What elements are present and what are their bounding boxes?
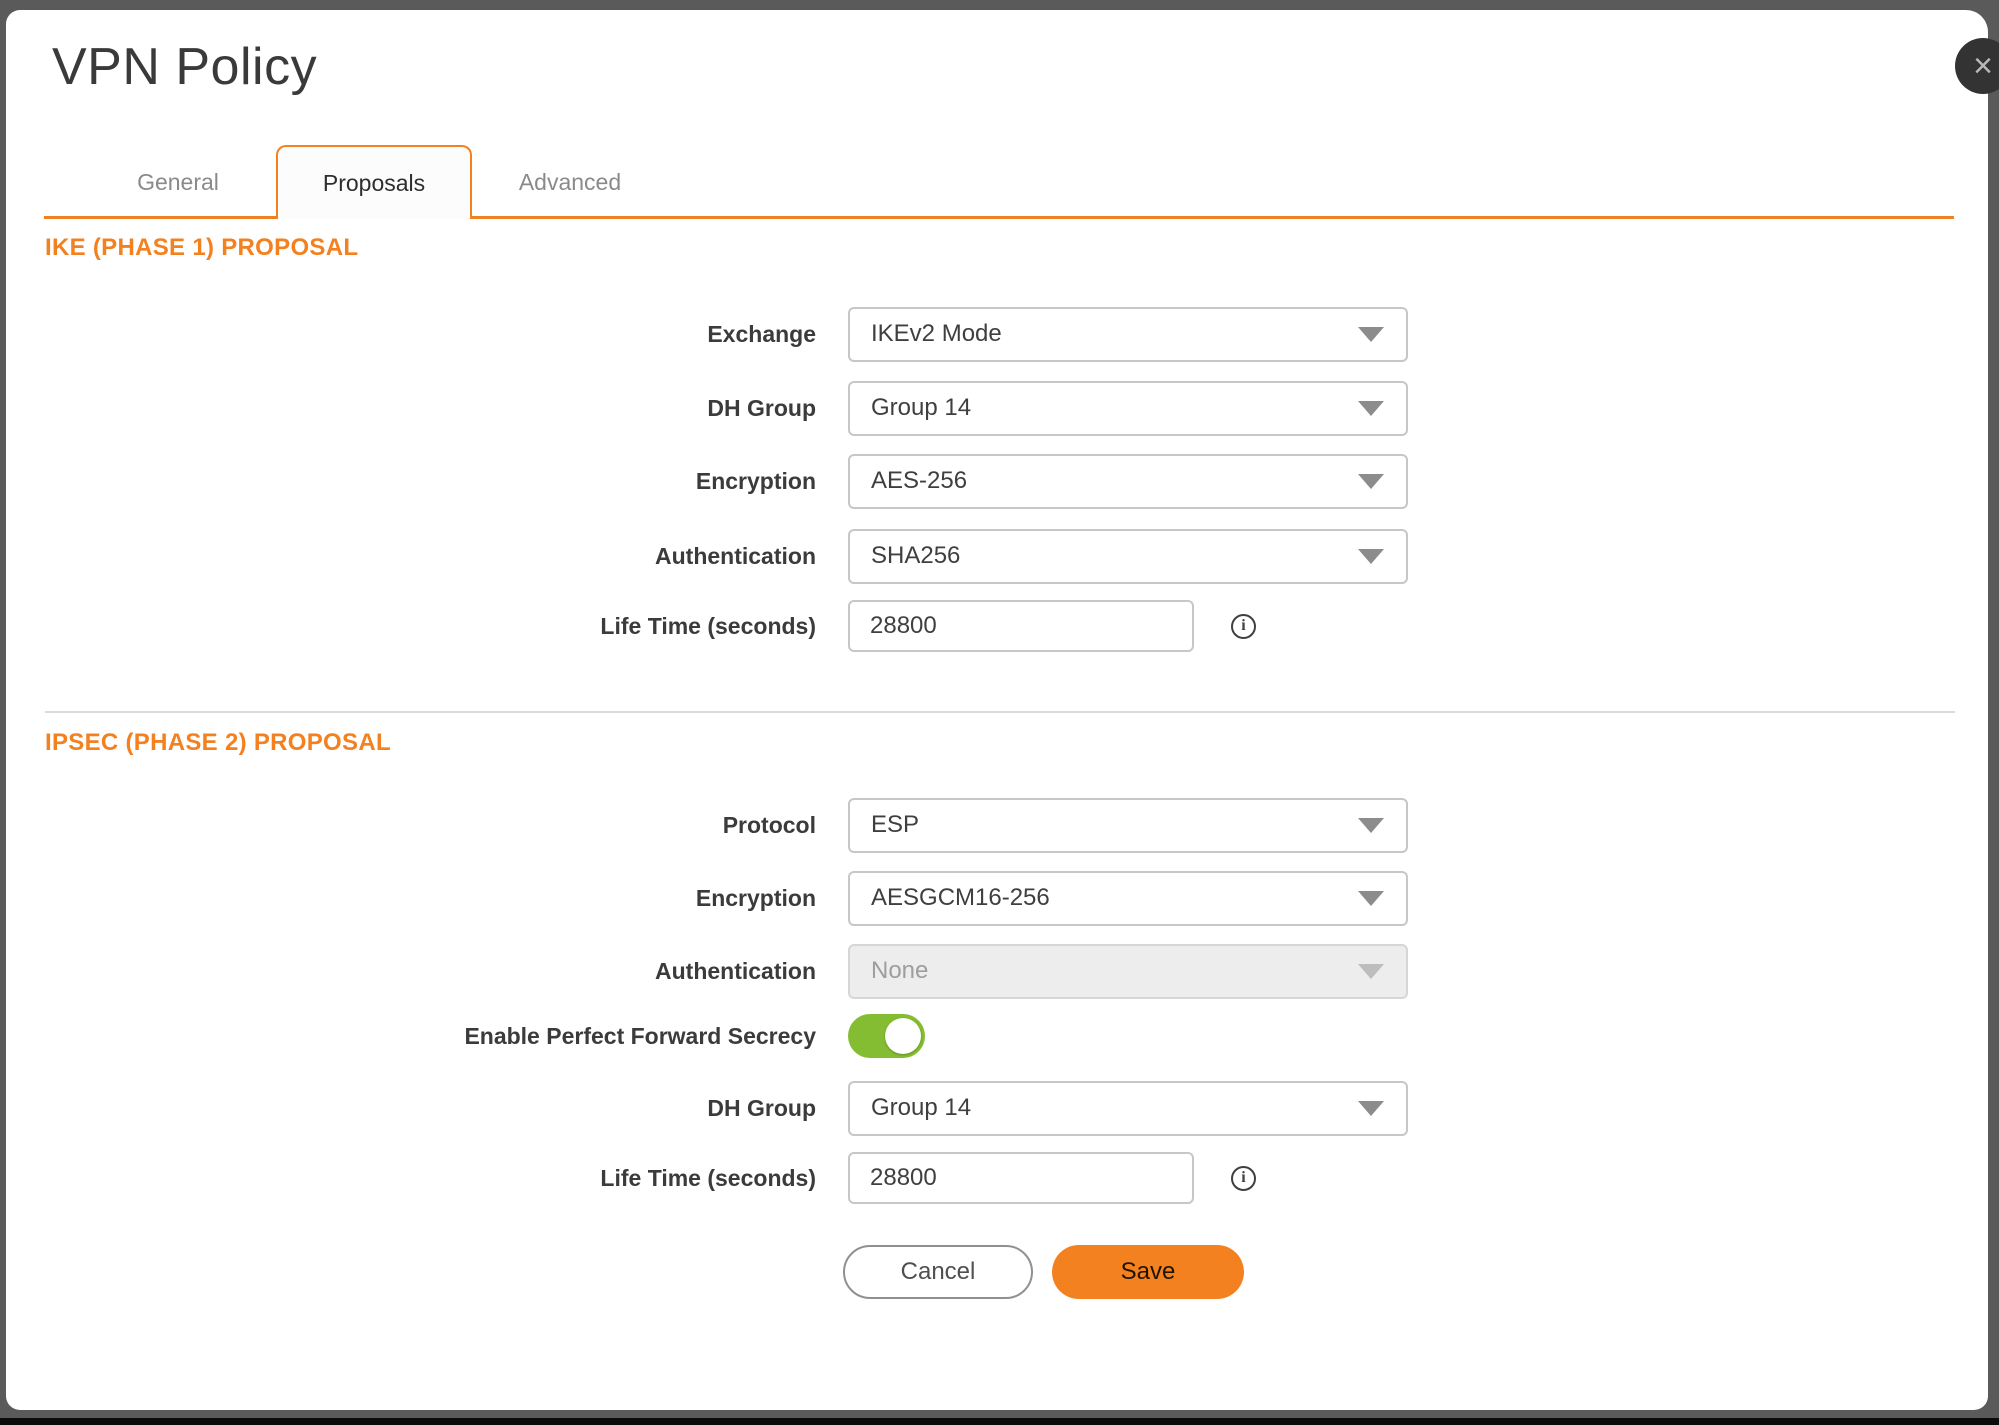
exchange-select[interactable]: IKEv2 Mode	[848, 307, 1408, 362]
field-label: Encryption	[6, 468, 816, 495]
info-icon[interactable]: i	[1231, 614, 1256, 639]
form-row-pfs: Enable Perfect Forward Secrecy	[6, 1010, 1606, 1062]
cancel-button[interactable]: Cancel	[843, 1245, 1033, 1299]
info-glyph: i	[1241, 1169, 1245, 1187]
chevron-down-icon	[1358, 401, 1384, 416]
select-value: AES-256	[871, 467, 967, 495]
chevron-down-icon	[1358, 549, 1384, 564]
toggle-knob	[885, 1018, 921, 1054]
pfs-toggle[interactable]	[848, 1014, 925, 1058]
form-row-authentication: Authentication None	[6, 943, 1606, 999]
chevron-down-icon	[1358, 891, 1384, 906]
select-value: Group 14	[871, 1094, 971, 1122]
field-label: DH Group	[6, 395, 816, 422]
chevron-down-icon	[1358, 818, 1384, 833]
form-row-lifetime: Life Time (seconds) i	[6, 598, 1606, 654]
phase2-authentication-select: None	[848, 944, 1408, 999]
tab-general[interactable]: General	[80, 145, 276, 219]
chevron-down-icon	[1358, 964, 1384, 979]
ipsec-phase2-heading: IPSEC (PHASE 2) PROPOSAL	[45, 729, 391, 757]
form-row-protocol: Protocol ESP	[6, 797, 1606, 853]
form-row-lifetime: Life Time (seconds) i	[6, 1150, 1606, 1206]
phase2-dh-group-select[interactable]: Group 14	[848, 1081, 1408, 1136]
section-divider	[45, 711, 1955, 713]
select-value: SHA256	[871, 542, 960, 570]
field-label: Encryption	[6, 885, 816, 912]
phase2-encryption-select[interactable]: AESGCM16-256	[848, 871, 1408, 926]
field-label: Enable Perfect Forward Secrecy	[6, 1023, 816, 1050]
tab-label: General	[137, 169, 219, 196]
select-value: None	[871, 957, 928, 985]
info-icon[interactable]: i	[1231, 1166, 1256, 1191]
info-glyph: i	[1241, 617, 1245, 635]
field-label: Authentication	[6, 543, 816, 570]
chevron-down-icon	[1358, 327, 1384, 342]
screen: × VPN Policy General Proposals Advanced …	[0, 0, 1999, 1425]
vpn-policy-dialog: VPN Policy General Proposals Advanced IK…	[6, 10, 1988, 1410]
page-title: VPN Policy	[52, 36, 317, 98]
select-value: Group 14	[871, 394, 971, 422]
form-row-authentication: Authentication SHA256	[6, 528, 1606, 584]
field-label: Protocol	[6, 812, 816, 839]
select-value: ESP	[871, 811, 919, 839]
ike-phase1-heading: IKE (PHASE 1) PROPOSAL	[45, 234, 358, 262]
protocol-select[interactable]: ESP	[848, 798, 1408, 853]
phase2-lifetime-input[interactable]	[848, 1152, 1194, 1204]
form-row-exchange: Exchange IKEv2 Mode	[6, 306, 1606, 362]
field-label: DH Group	[6, 1095, 816, 1122]
field-label: Exchange	[6, 321, 816, 348]
tab-label: Proposals	[323, 170, 425, 197]
form-row-encryption: Encryption AES-256	[6, 453, 1606, 509]
close-icon: ×	[1973, 49, 1993, 83]
phase1-authentication-select[interactable]: SHA256	[848, 529, 1408, 584]
tab-proposals[interactable]: Proposals	[276, 145, 472, 219]
tab-bar: General Proposals Advanced	[80, 145, 668, 219]
field-label: Authentication	[6, 958, 816, 985]
phase1-encryption-select[interactable]: AES-256	[848, 454, 1408, 509]
field-label: Life Time (seconds)	[6, 1165, 816, 1192]
select-value: AESGCM16-256	[871, 884, 1050, 912]
field-label: Life Time (seconds)	[6, 613, 816, 640]
form-row-dh-group: DH Group Group 14	[6, 1080, 1606, 1136]
chevron-down-icon	[1358, 474, 1384, 489]
form-row-dh-group: DH Group Group 14	[6, 380, 1606, 436]
chevron-down-icon	[1358, 1101, 1384, 1116]
tab-label: Advanced	[519, 169, 621, 196]
phase1-lifetime-input[interactable]	[848, 600, 1194, 652]
tab-advanced[interactable]: Advanced	[472, 145, 668, 219]
form-row-encryption: Encryption AESGCM16-256	[6, 870, 1606, 926]
select-value: IKEv2 Mode	[871, 320, 1002, 348]
phase1-dh-group-select[interactable]: Group 14	[848, 381, 1408, 436]
save-button[interactable]: Save	[1052, 1245, 1244, 1299]
